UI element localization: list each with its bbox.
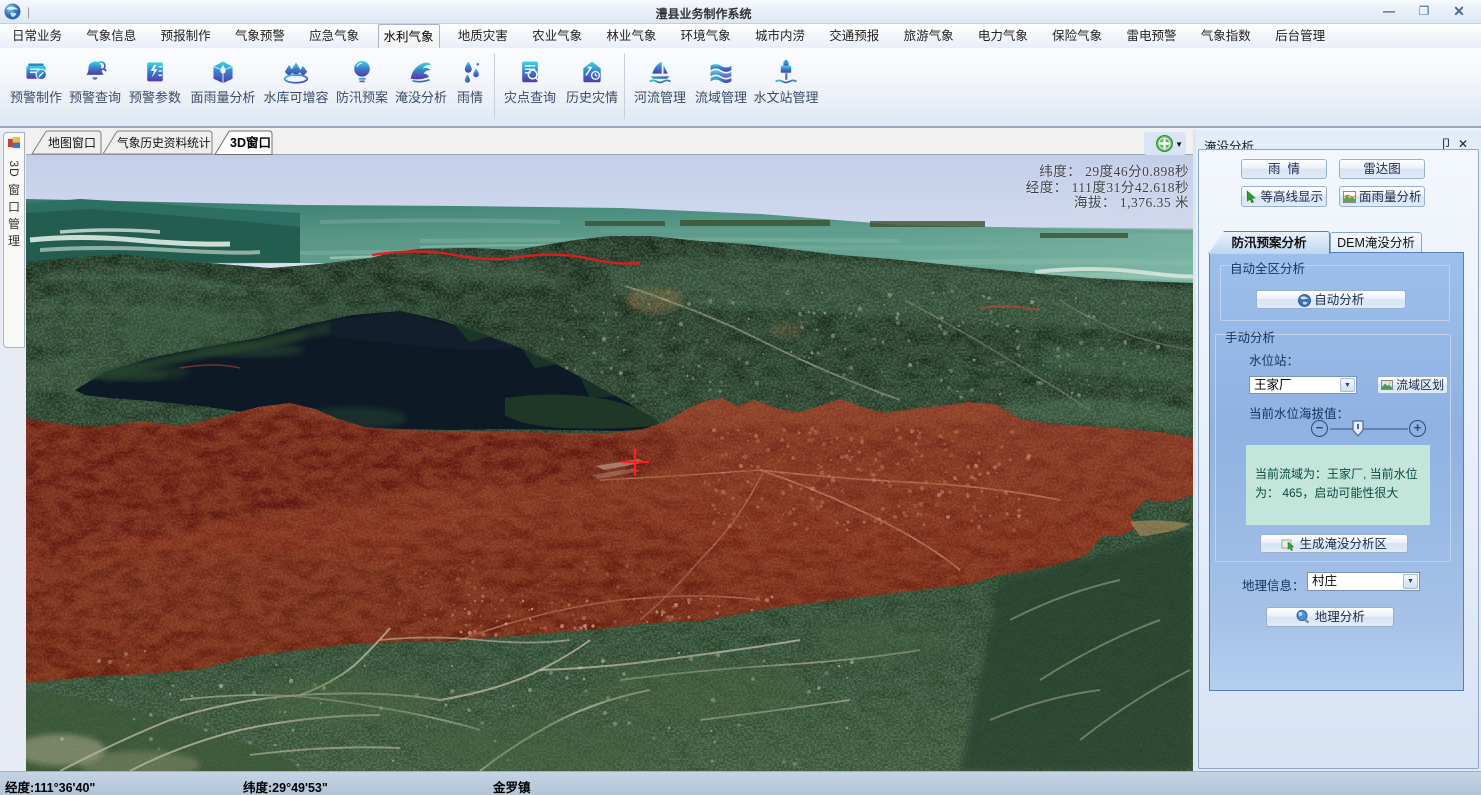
svg-text:地图窗口: 地图窗口 <box>48 136 96 150</box>
svg-text:气象历史资料统计: 气象历史资料统计 <box>117 136 211 150</box>
svg-text:3D窗口: 3D窗口 <box>230 135 271 150</box>
